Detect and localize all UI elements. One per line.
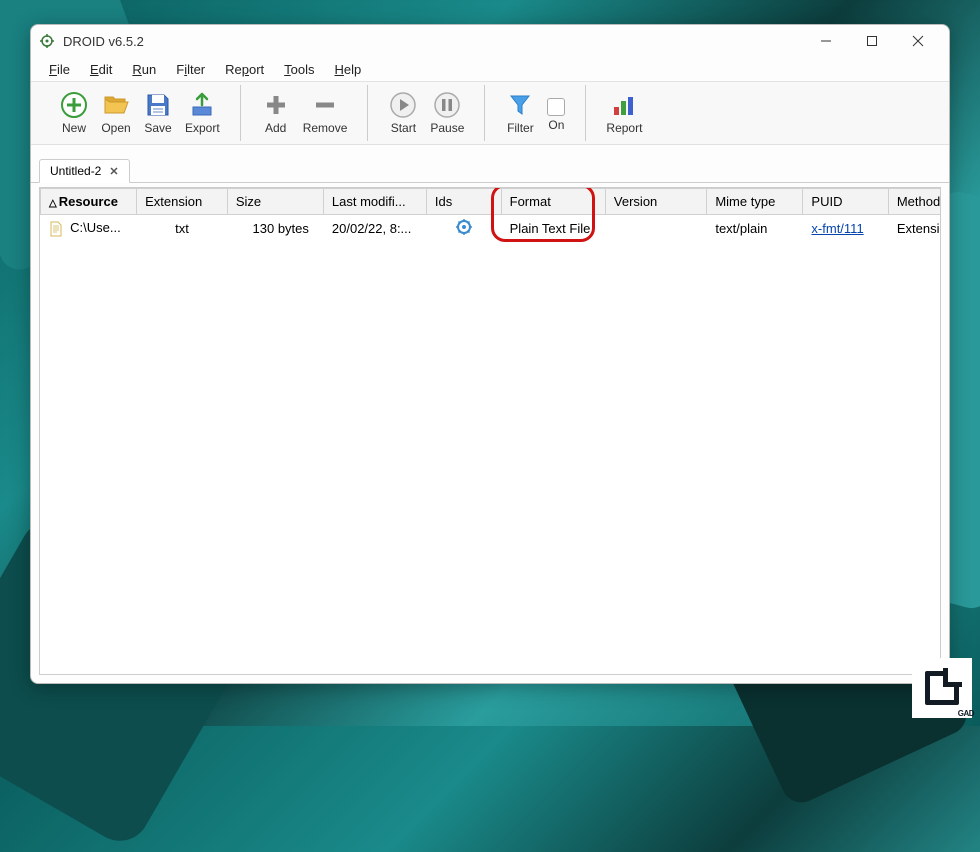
menu-edit[interactable]: Edit [82,60,120,79]
watermark: GAD [912,658,972,718]
pause-icon [433,91,461,119]
results-table: △Resource Extension Size Last modifi... … [40,188,940,242]
new-button[interactable]: New [53,86,95,140]
menu-help[interactable]: Help [327,60,370,79]
gear-icon [456,219,472,235]
play-icon [389,91,417,119]
add-button[interactable]: Add [255,86,297,140]
filter-on-toggle[interactable]: On [541,86,571,140]
cell-ids [426,215,501,243]
cell-format: Plain Text File [501,215,605,243]
bar-chart-icon [610,91,638,119]
col-size[interactable]: Size [227,189,323,215]
maximize-icon [866,35,878,47]
app-window: DROID v6.5.2 File Edit Run Filter Report… [30,24,950,684]
toolbar: New Open Save Export Add Remove [31,81,949,145]
cell-last-modified: 20/02/22, 8:... [323,215,426,243]
window-title: DROID v6.5.2 [63,34,144,49]
col-extension[interactable]: Extension [137,189,228,215]
cell-puid: x-fmt/111 [803,215,888,243]
plus-icon [262,91,290,119]
col-puid[interactable]: PUID [803,189,888,215]
col-ids[interactable]: Ids [426,189,501,215]
results-table-container: △Resource Extension Size Last modifi... … [39,187,941,675]
cell-size: 130 bytes [227,215,323,243]
minimize-button[interactable] [803,26,849,56]
remove-button[interactable]: Remove [297,86,354,140]
menu-run[interactable]: Run [124,60,164,79]
report-button[interactable]: Report [600,86,648,140]
menu-report[interactable]: Report [217,60,272,79]
tab-close-button[interactable]: ✕ [109,165,118,178]
cell-method: Extension [888,215,940,243]
start-button[interactable]: Start [382,86,424,140]
menubar: File Edit Run Filter Report Tools Help [31,57,949,81]
col-method[interactable]: Method [888,189,940,215]
tab-untitled-2[interactable]: Untitled-2 ✕ [39,159,130,183]
col-last-modified[interactable]: Last modifi... [323,189,426,215]
col-format[interactable]: Format [501,189,605,215]
floppy-icon [144,91,172,119]
filter-button[interactable]: Filter [499,86,541,140]
app-icon [39,33,55,49]
plus-circle-icon [60,91,88,119]
maximize-button[interactable] [849,26,895,56]
menu-file[interactable]: File [41,60,78,79]
table-scroll[interactable]: △Resource Extension Size Last modifi... … [40,188,940,674]
export-button[interactable]: Export [179,86,226,140]
minimize-icon [820,35,832,47]
cell-version [605,215,706,243]
col-version[interactable]: Version [605,189,706,215]
cell-mime-type: text/plain [707,215,803,243]
menu-tools[interactable]: Tools [276,60,322,79]
funnel-icon [506,91,534,119]
menu-filter[interactable]: Filter [168,60,213,79]
minus-icon [311,91,339,119]
tabbar: Untitled-2 ✕ [31,155,949,183]
open-button[interactable]: Open [95,86,137,140]
close-icon [912,35,924,47]
text-file-icon [49,221,63,237]
toggle-checkbox-icon [547,98,565,116]
folder-open-icon [102,91,130,119]
tab-label: Untitled-2 [50,164,101,178]
cell-resource: C:\Use... [41,215,137,243]
col-resource[interactable]: △Resource [41,189,137,215]
sort-asc-icon: △ [49,198,57,209]
close-button[interactable] [895,26,941,56]
watermark-logo-icon [925,671,959,705]
pause-button[interactable]: Pause [424,86,470,140]
col-mime-type[interactable]: Mime type [707,189,803,215]
puid-link[interactable]: x-fmt/111 [811,221,863,236]
table-row[interactable]: C:\Use... txt 130 bytes 20/02/22, 8:... … [41,215,941,243]
export-icon [188,91,216,119]
save-button[interactable]: Save [137,86,179,140]
titlebar: DROID v6.5.2 [31,25,949,57]
cell-extension: txt [137,215,228,243]
